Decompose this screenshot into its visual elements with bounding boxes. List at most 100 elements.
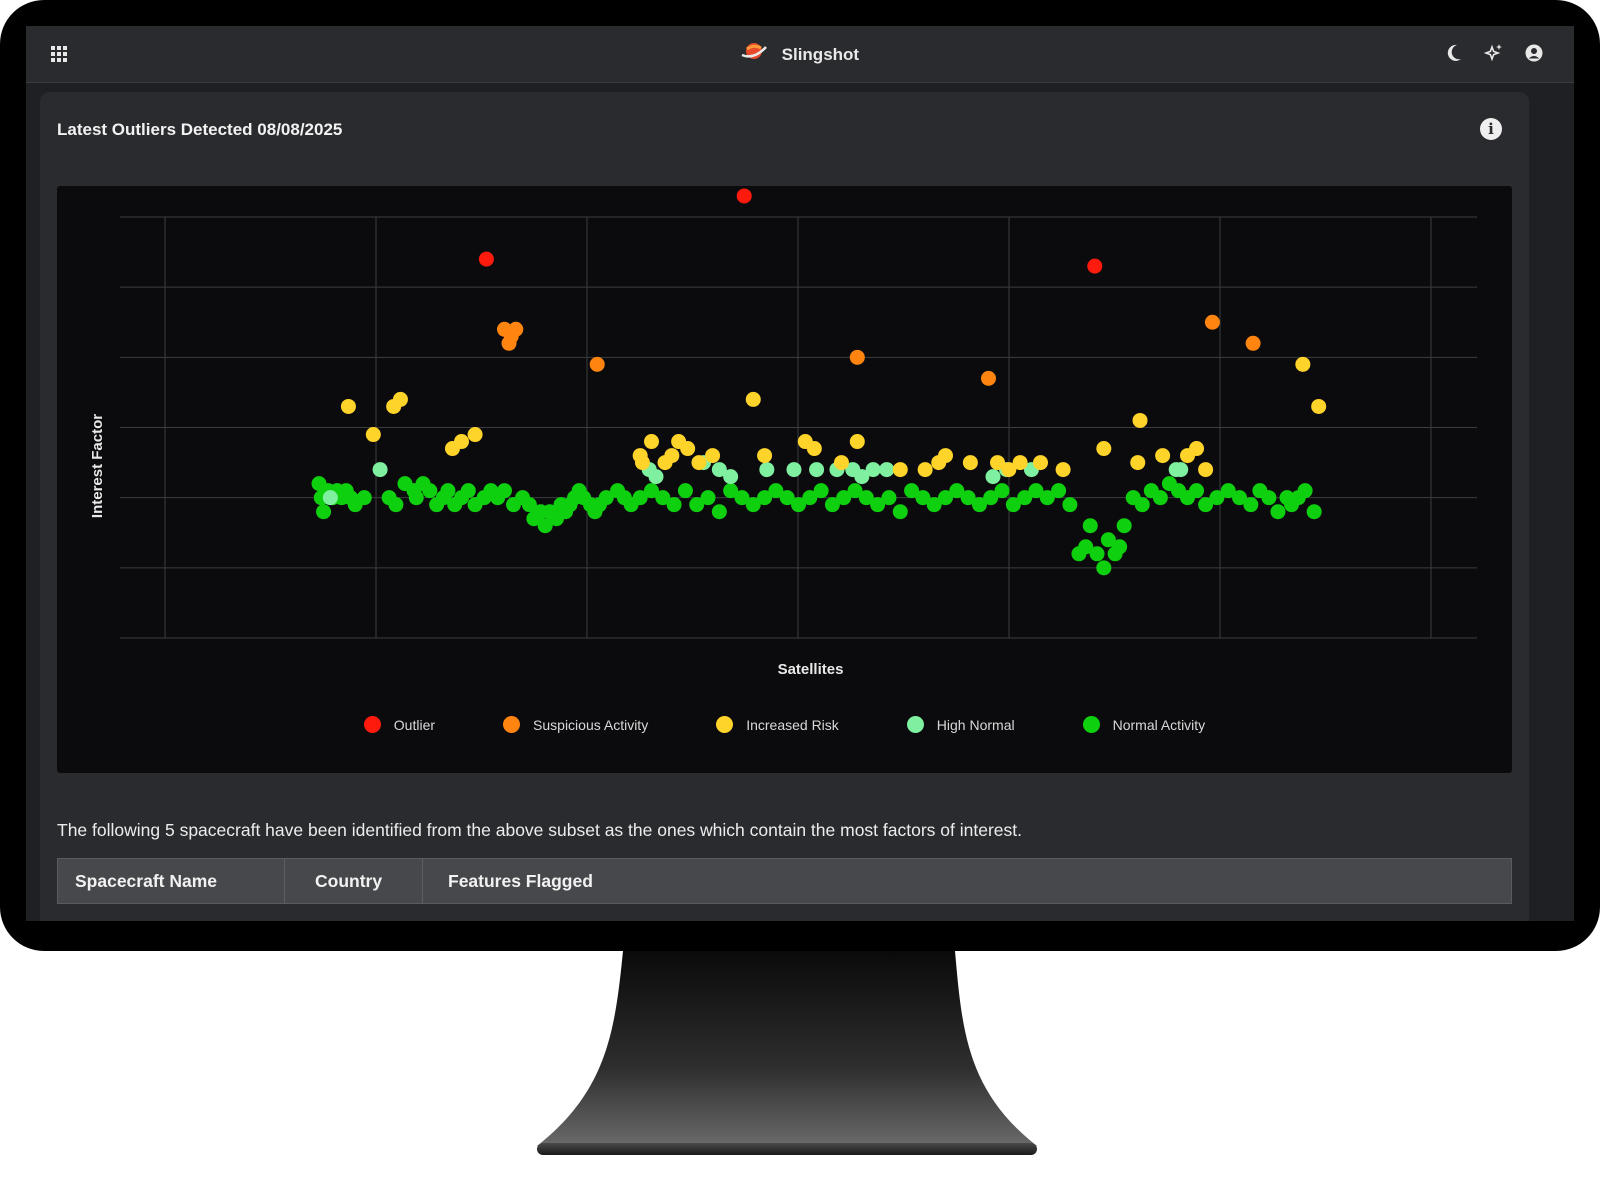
data-point-normal-activity <box>1306 504 1322 520</box>
data-point-normal-activity <box>1134 497 1150 513</box>
account-icon[interactable] <box>1524 41 1544 65</box>
data-point-suspicious-activity <box>1245 335 1261 351</box>
data-point-high-normal <box>372 462 388 478</box>
data-point-normal-activity <box>440 483 456 499</box>
data-point-normal-activity <box>1089 546 1105 562</box>
data-point-increased-risk <box>705 448 721 464</box>
column-header-features-flagged[interactable]: Features Flagged <box>423 859 1511 903</box>
data-point-increased-risk <box>680 441 696 457</box>
data-point-increased-risk <box>1295 356 1311 372</box>
data-point-increased-risk <box>691 455 707 471</box>
data-point-normal-activity <box>994 483 1010 499</box>
data-point-increased-risk <box>454 434 470 450</box>
legend-item-increased-risk[interactable]: Increased Risk <box>716 716 839 733</box>
data-point-increased-risk <box>833 455 849 471</box>
data-point-increased-risk <box>1055 462 1071 478</box>
data-point-normal-activity <box>711 504 727 520</box>
data-point-high-normal <box>809 462 825 478</box>
data-point-high-normal <box>786 462 802 478</box>
header-actions <box>1444 41 1544 65</box>
legend-item-suspicious-activity[interactable]: Suspicious Activity <box>503 716 648 733</box>
brand: Slingshot <box>26 40 1574 70</box>
data-point-suspicious-activity <box>980 370 996 386</box>
data-point-high-normal <box>985 469 1001 485</box>
data-point-increased-risk <box>938 448 954 464</box>
monitor-bezel: Slingshot Latest Outliers Detected 08/08… <box>0 0 1600 951</box>
data-point-suspicious-activity <box>589 356 605 372</box>
data-point-outlier <box>478 251 494 267</box>
legend-label: Increased Risk <box>746 716 839 733</box>
data-point-increased-risk <box>806 441 822 457</box>
data-point-high-normal <box>1173 462 1189 478</box>
data-point-increased-risk <box>1130 455 1146 471</box>
data-point-outlier <box>1087 258 1103 274</box>
data-point-increased-risk <box>1032 455 1048 471</box>
card-title: Latest Outliers Detected 08/08/2025 <box>57 120 343 139</box>
data-point-normal-activity <box>1116 518 1132 534</box>
data-point-increased-risk <box>1096 441 1112 457</box>
data-point-high-normal <box>322 490 338 506</box>
top-bar: Slingshot <box>26 26 1574 83</box>
data-point-increased-risk <box>962 455 978 471</box>
data-point-normal-activity <box>460 483 476 499</box>
data-point-suspicious-activity <box>508 321 524 337</box>
slingshot-logo-icon <box>741 40 767 70</box>
column-header-country[interactable]: Country <box>285 859 423 903</box>
legend-item-normal-activity[interactable]: Normal Activity <box>1082 716 1205 733</box>
moon-icon[interactable] <box>1444 41 1464 65</box>
data-point-normal-activity <box>356 490 372 506</box>
data-point-normal-activity <box>422 483 438 499</box>
data-point-high-normal <box>723 469 739 485</box>
data-point-normal-activity <box>1112 539 1128 555</box>
legend-swatch <box>906 716 924 733</box>
data-point-normal-activity <box>700 490 716 506</box>
data-point-increased-risk <box>1012 455 1028 471</box>
data-point-increased-risk <box>917 462 933 478</box>
data-point-normal-activity <box>1189 483 1205 499</box>
data-point-suspicious-activity <box>849 349 865 365</box>
data-point-normal-activity <box>1152 490 1168 506</box>
legend-swatch <box>716 716 734 733</box>
data-point-increased-risk <box>643 434 659 450</box>
data-point-normal-activity <box>408 490 424 506</box>
data-point-suspicious-activity <box>1204 314 1220 330</box>
legend-swatch <box>363 716 381 733</box>
data-point-high-normal <box>648 469 664 485</box>
data-point-increased-risk <box>757 448 773 464</box>
legend-swatch <box>503 716 521 733</box>
app-screen: Slingshot Latest Outliers Detected 08/08… <box>26 26 1574 921</box>
data-point-normal-activity <box>1261 490 1277 506</box>
chart-legend: Outlier Suspicious Activity Increased Risk… <box>57 716 1512 733</box>
sparkle-icon[interactable] <box>1484 41 1504 65</box>
data-point-increased-risk <box>634 455 650 471</box>
data-point-normal-activity <box>496 483 512 499</box>
data-point-normal-activity <box>316 504 332 520</box>
legend-item-outlier[interactable]: Outlier <box>363 716 436 733</box>
data-point-outlier <box>736 188 752 204</box>
legend-label: Suspicious Activity <box>533 716 649 733</box>
data-point-high-normal <box>759 462 775 478</box>
scatter-chart: Satellites Interest Factor Outlier Suspici… <box>57 186 1512 773</box>
data-point-increased-risk <box>1311 398 1327 414</box>
data-point-normal-activity <box>666 497 682 513</box>
app-title: Slingshot <box>781 45 860 64</box>
data-point-normal-activity <box>1297 483 1313 499</box>
data-point-increased-risk <box>392 391 408 407</box>
info-icon[interactable]: i <box>1480 118 1502 140</box>
data-point-increased-risk <box>849 434 865 450</box>
data-point-normal-activity <box>1082 518 1098 534</box>
data-point-normal-activity <box>881 490 897 506</box>
data-point-normal-activity <box>1051 483 1067 499</box>
data-point-normal-activity <box>677 483 693 499</box>
outliers-card: Latest Outliers Detected 08/08/2025 i Sa… <box>40 92 1529 921</box>
data-point-normal-activity <box>1062 497 1078 513</box>
data-point-normal-activity <box>1270 504 1286 520</box>
data-point-normal-activity <box>813 483 829 499</box>
legend-item-high-normal[interactable]: High Normal <box>906 716 1015 733</box>
legend-label: Outlier <box>393 716 436 733</box>
legend-swatch <box>1082 716 1100 733</box>
data-point-increased-risk <box>745 391 761 407</box>
data-point-increased-risk <box>340 398 356 414</box>
chart-plot: Satellites Interest Factor <box>89 188 1477 678</box>
column-header-spacecraft-name[interactable]: Spacecraft Name <box>58 859 285 903</box>
